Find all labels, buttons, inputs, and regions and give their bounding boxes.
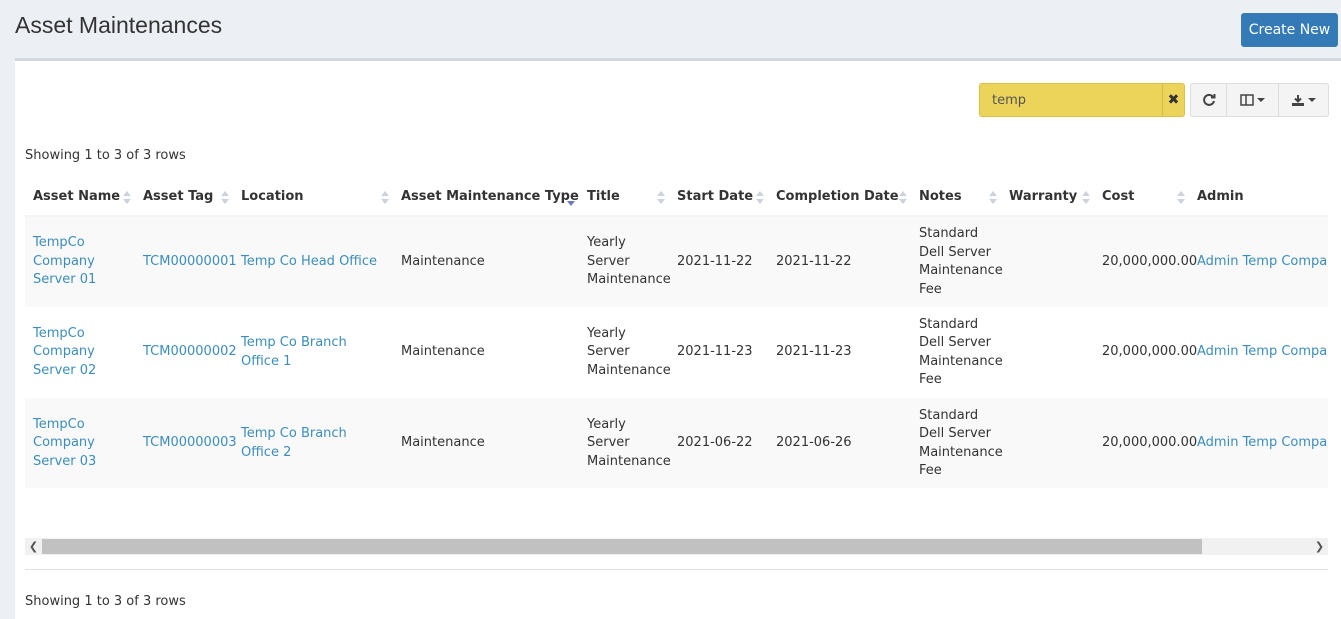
column-header-label: Start Date [677, 189, 754, 204]
column-header-maintenance-type[interactable]: Asset Maintenance Type [393, 178, 579, 217]
scrollbar-thumb[interactable] [42, 539, 1202, 554]
sort-icon [1082, 191, 1090, 205]
column-header-asset-tag[interactable]: Asset Tag [135, 178, 233, 217]
column-header-notes[interactable]: Notes [911, 178, 1001, 217]
sort-icon [1177, 191, 1185, 205]
sort-icon [899, 191, 907, 205]
title-cell: Yearly Server Maintenance [579, 216, 671, 307]
admin-link[interactable]: Admin Temp Company [1197, 254, 1328, 269]
pagination-info-bottom: Showing 1 to 3 of 3 rows [25, 594, 186, 609]
asset-tag-link[interactable]: TCM00000003 [143, 435, 237, 450]
location-link[interactable]: Temp Co Branch Office 2 [241, 426, 347, 460]
column-header-label: Location [241, 189, 304, 204]
maintenance-type-cell: Maintenance [393, 216, 579, 307]
warranty-cell [1001, 398, 1094, 488]
sort-icon [123, 191, 131, 205]
asset-tag-link[interactable]: TCM00000002 [143, 344, 237, 359]
completion-date-cell: 2021-06-26 [768, 398, 911, 488]
column-header-location[interactable]: Location [233, 178, 393, 217]
column-header-label: Asset Name [33, 189, 121, 204]
page-title: Asset Maintenances [15, 12, 223, 38]
sort-icon [381, 191, 389, 205]
title-cell: Yearly Server Maintenance [579, 307, 671, 398]
scroll-left-icon[interactable]: ❮ [25, 538, 42, 555]
table-row: TempCo Company Server 03 TCM00000003 Tem… [25, 398, 1328, 488]
completion-date-cell: 2021-11-23 [768, 307, 911, 398]
column-header-label: Completion Date [776, 189, 899, 204]
asset-name-link[interactable]: TempCo Company Server 03 [33, 417, 96, 469]
cost-cell: 20,000,000.00 [1094, 307, 1197, 398]
column-header-label: Asset Maintenance Type [401, 189, 579, 204]
sort-icon [657, 191, 665, 205]
completion-date-cell: 2021-11-22 [768, 216, 911, 307]
cost-cell: 20,000,000.00 [1094, 216, 1197, 307]
warranty-cell [1001, 307, 1094, 398]
maintenance-type-cell: Maintenance [393, 398, 579, 488]
column-header-warranty[interactable]: Warranty [1001, 178, 1094, 217]
table-toolbar: ✖ [979, 83, 1329, 117]
column-header-title[interactable]: Title [579, 178, 669, 217]
chevron-down-icon [1257, 98, 1265, 102]
warranty-cell [1001, 216, 1094, 307]
maintenance-type-cell: Maintenance [393, 307, 579, 398]
divider [25, 569, 1328, 570]
start-date-cell: 2021-06-22 [669, 398, 768, 488]
asset-name-link[interactable]: TempCo Company Server 01 [33, 235, 96, 287]
table-header-row: Asset Name Asset Tag Location Asset Main… [25, 178, 1328, 217]
start-date-cell: 2021-11-23 [669, 307, 768, 398]
column-header-completion-date[interactable]: Completion Date [768, 178, 911, 217]
table-row: TempCo Company Server 01 TCM00000001 Tem… [25, 216, 1328, 307]
column-header-label: Warranty [1009, 189, 1078, 204]
admin-link[interactable]: Admin Temp Company [1197, 435, 1328, 450]
column-header-asset-name[interactable]: Asset Name [25, 178, 135, 217]
column-header-admin[interactable]: Admin [1189, 178, 1328, 217]
column-header-label: Cost [1102, 189, 1135, 204]
content-box: ✖ Showing 1 to 3 of 3 rows [15, 58, 1341, 619]
export-button[interactable] [1279, 83, 1329, 117]
column-header-label: Asset Tag [143, 189, 214, 204]
cost-cell: 20,000,000.00 [1094, 398, 1197, 488]
toolbar-button-group [1190, 83, 1329, 117]
scroll-right-icon[interactable]: ❯ [1311, 538, 1328, 555]
sort-icon [989, 191, 997, 205]
horizontal-scrollbar[interactable]: ❮ ❯ [25, 538, 1328, 555]
pagination-info-top: Showing 1 to 3 of 3 rows [25, 148, 186, 163]
column-header-label: Title [587, 189, 620, 204]
column-header-label: Admin [1197, 189, 1244, 204]
refresh-button[interactable] [1190, 83, 1227, 117]
notes-cell: Standard Dell Server Maintenance Fee [911, 398, 1003, 488]
chevron-down-icon [1308, 98, 1316, 102]
times-icon: ✖ [1167, 92, 1180, 108]
column-header-cost[interactable]: Cost [1094, 178, 1189, 217]
location-link[interactable]: Temp Co Head Office [241, 254, 377, 269]
clear-search-button[interactable]: ✖ [1162, 84, 1184, 116]
refresh-icon [1202, 93, 1215, 106]
admin-link[interactable]: Admin Temp Company [1197, 344, 1328, 359]
location-link[interactable]: Temp Co Branch Office 1 [241, 335, 347, 369]
title-cell: Yearly Server Maintenance [579, 398, 671, 488]
table-row: TempCo Company Server 02 TCM00000002 Tem… [25, 307, 1328, 398]
maintenances-table: Asset Name Asset Tag Location Asset Main… [25, 178, 1328, 488]
create-new-button[interactable]: Create New [1241, 13, 1338, 47]
table-container: Asset Name Asset Tag Location Asset Main… [25, 178, 1328, 488]
start-date-cell: 2021-11-22 [669, 216, 768, 307]
column-header-start-date[interactable]: Start Date [669, 178, 768, 217]
asset-name-link[interactable]: TempCo Company Server 02 [33, 326, 96, 378]
asset-tag-link[interactable]: TCM00000001 [143, 254, 237, 269]
column-header-label: Notes [919, 189, 962, 204]
download-icon [1292, 94, 1304, 106]
sort-icon [221, 191, 229, 205]
columns-toggle-button[interactable] [1227, 83, 1279, 117]
sort-icon [756, 191, 764, 205]
notes-cell: Standard Dell Server Maintenance Fee [911, 216, 1003, 307]
notes-cell: Standard Dell Server Maintenance Fee [911, 307, 1003, 398]
sort-desc-icon [567, 191, 575, 206]
search-input[interactable] [980, 84, 1162, 116]
columns-icon [1240, 94, 1254, 106]
search-group: ✖ [979, 83, 1185, 117]
